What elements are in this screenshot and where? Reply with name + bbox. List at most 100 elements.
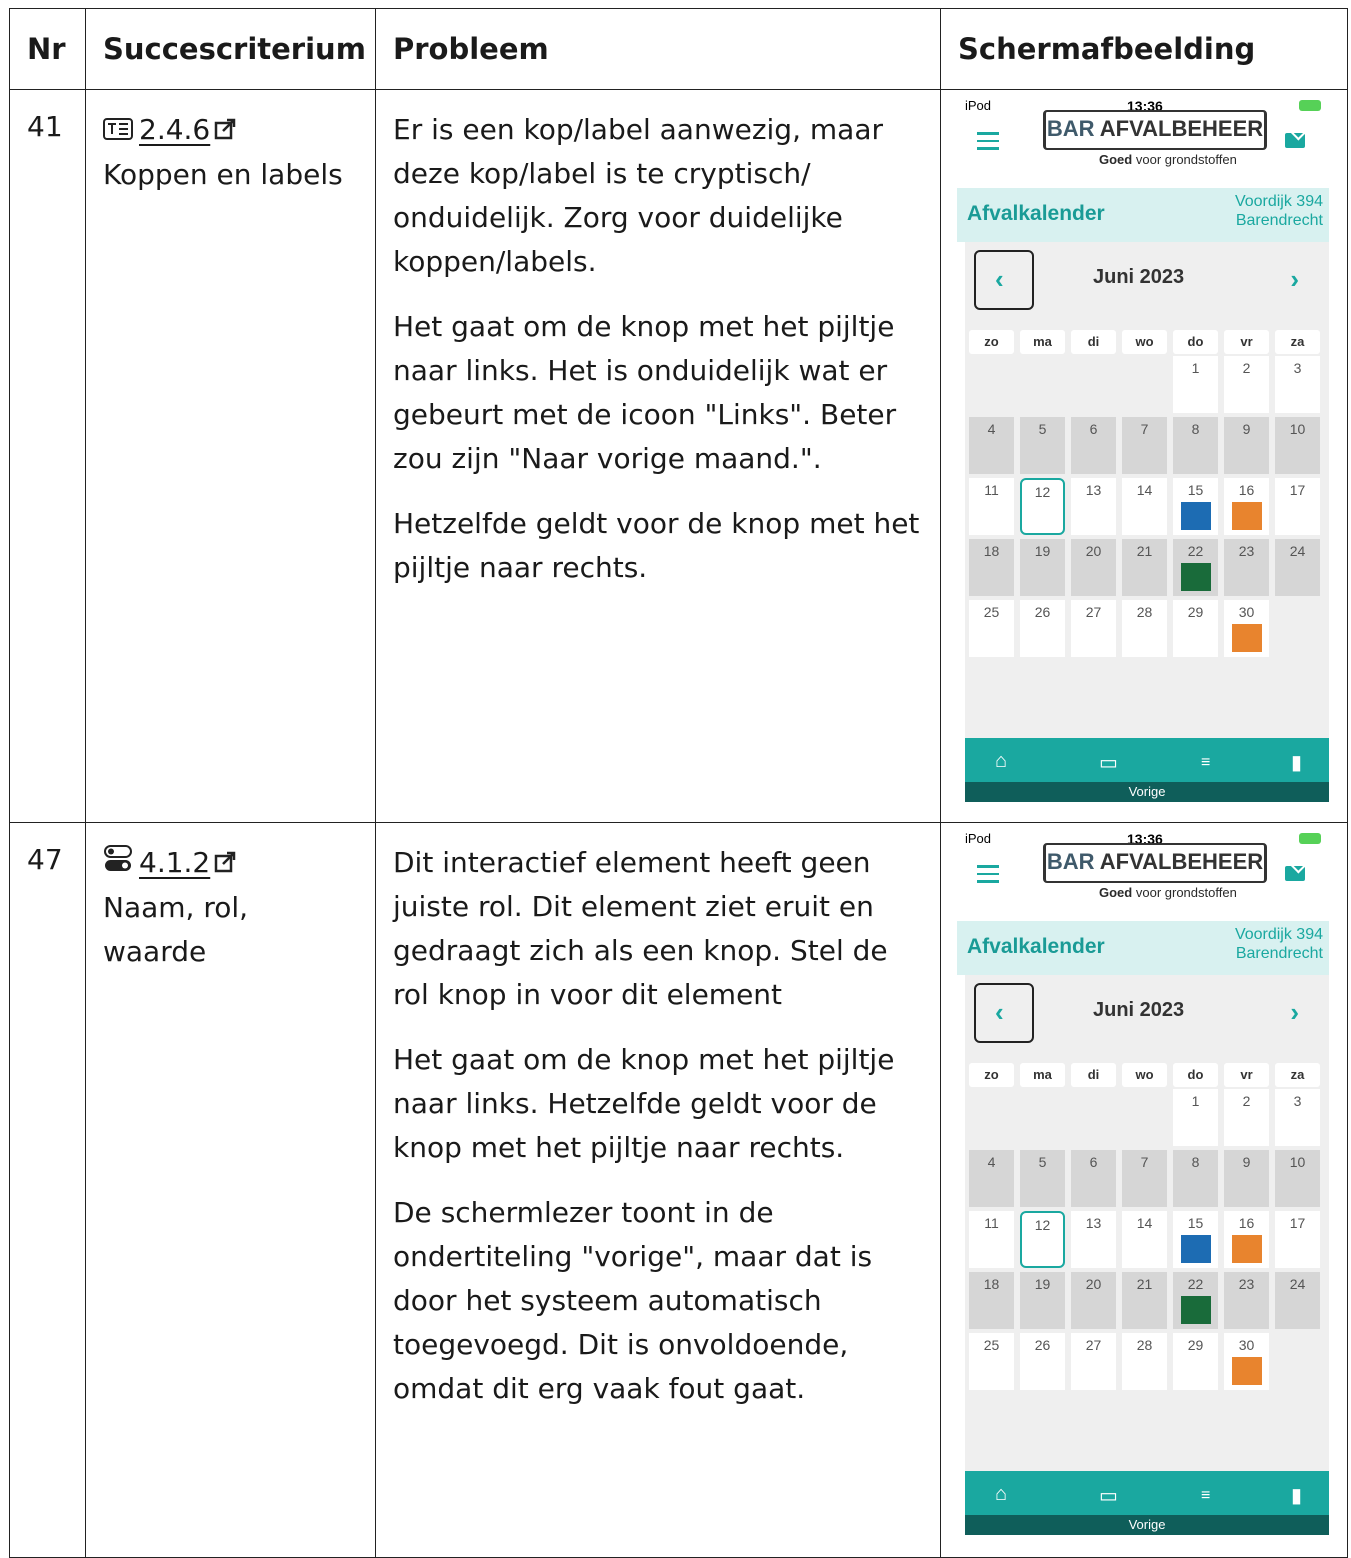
search-list-icon[interactable]: ≡ <box>1201 1487 1210 1505</box>
probleem-paragraph: Hetzelfde geldt voor de knop met het pij… <box>393 507 920 584</box>
calendar-day[interactable]: 20 <box>1071 539 1116 596</box>
calendar-icon[interactable]: ▭ <box>1099 750 1118 775</box>
calendar-day[interactable]: 26 <box>1020 1333 1065 1390</box>
calendar-day[interactable]: 17 <box>1275 478 1320 535</box>
mail-icon[interactable] <box>1285 866 1305 881</box>
day-number: 22 <box>1187 543 1204 559</box>
previous-month-button[interactable] <box>974 983 1034 1043</box>
calendar-day[interactable]: 16 <box>1224 1211 1269 1268</box>
calendar-day[interactable]: 6 <box>1071 417 1116 474</box>
calendar-day[interactable]: 16 <box>1224 478 1269 535</box>
calendar-day[interactable]: 1 <box>1173 356 1218 413</box>
calendar-day[interactable]: 18 <box>969 1272 1014 1329</box>
previous-month-button[interactable] <box>974 250 1034 310</box>
next-month-button[interactable]: › <box>1290 997 1299 1028</box>
calendar-day[interactable]: 12 <box>1020 1211 1065 1268</box>
map-icon[interactable]: ▮ <box>1291 750 1302 775</box>
calendar-day[interactable]: 19 <box>1020 1272 1065 1329</box>
calendar-day[interactable]: 29 <box>1173 600 1218 657</box>
empty-day <box>1020 1089 1065 1146</box>
home-icon[interactable]: ⌂ <box>995 750 1007 773</box>
calendar-header: Afvalkalender Voordijk 394 Barendrecht <box>957 188 1329 242</box>
calendar-day[interactable]: 17 <box>1275 1211 1320 1268</box>
calendar-day[interactable]: 15 <box>1173 1211 1218 1268</box>
calendar-day[interactable]: 27 <box>1071 1333 1116 1390</box>
home-icon[interactable]: ⌂ <box>995 1483 1007 1506</box>
next-month-button[interactable]: › <box>1290 264 1299 295</box>
calendar-day[interactable]: 5 <box>1020 417 1065 474</box>
calendar-day[interactable]: 10 <box>1275 1150 1320 1207</box>
calendar-day[interactable]: 30 <box>1224 600 1269 657</box>
calendar-day[interactable]: 5 <box>1020 1150 1065 1207</box>
calendar-day[interactable]: 7 <box>1122 1150 1167 1207</box>
calendar-day[interactable]: 21 <box>1122 539 1167 596</box>
calendar-day[interactable]: 11 <box>969 1211 1014 1268</box>
day-number: 4 <box>987 421 996 437</box>
calendar-day[interactable]: 13 <box>1071 478 1116 535</box>
calendar-day[interactable]: 30 <box>1224 1333 1269 1390</box>
calendar-day[interactable]: 14 <box>1122 478 1167 535</box>
hamburger-menu-icon[interactable] <box>977 865 999 888</box>
criterium-link[interactable]: 4.1.2 <box>139 846 210 879</box>
calendar-day[interactable]: 28 <box>1122 600 1167 657</box>
criterium-cell: 4.1.2 Naam, rol, waarde <box>85 822 376 1558</box>
calendar-day[interactable]: 27 <box>1071 600 1116 657</box>
calendar-day[interactable]: 4 <box>969 417 1014 474</box>
calendar-day[interactable]: 25 <box>969 600 1014 657</box>
day-number: 15 <box>1187 482 1204 498</box>
screenshot-cell: iPod 13:36 BAR AFVALBEHEER Goed voor gro… <box>940 822 1348 1558</box>
hamburger-menu-icon[interactable] <box>977 132 999 155</box>
probleem-cell: Er is een kop/label aanwezig, maar deze … <box>375 89 941 823</box>
screenreader-subtitle: Vorige <box>965 1515 1329 1535</box>
criterium-link[interactable]: 2.4.6 <box>139 113 210 146</box>
probleem-paragraph: Het gaat om de knop met het pijltje naar… <box>393 1043 895 1164</box>
toggle-icon <box>103 842 133 886</box>
calendar-day[interactable]: 8 <box>1173 1150 1218 1207</box>
waste-collection-icon <box>1181 1296 1211 1324</box>
weekday: vr <box>1224 1063 1269 1087</box>
calendar-day[interactable]: 3 <box>1275 356 1320 413</box>
calendar-day[interactable]: 26 <box>1020 600 1065 657</box>
calendar-day[interactable]: 13 <box>1071 1211 1116 1268</box>
calendar-icon[interactable]: ▭ <box>1099 1483 1118 1508</box>
calendar-day[interactable]: 24 <box>1275 1272 1320 1329</box>
calendar-day[interactable]: 15 <box>1173 478 1218 535</box>
calendar-day[interactable]: 20 <box>1071 1272 1116 1329</box>
calendar-day[interactable]: 3 <box>1275 1089 1320 1146</box>
calendar-day[interactable]: 2 <box>1224 1089 1269 1146</box>
waste-collection-icon <box>1232 1235 1262 1263</box>
calendar-day[interactable]: 2 <box>1224 356 1269 413</box>
calendar-day[interactable]: 7 <box>1122 417 1167 474</box>
calendar-day[interactable]: 9 <box>1224 417 1269 474</box>
calendar-day[interactable]: 12 <box>1020 478 1065 535</box>
calendar-day[interactable]: 8 <box>1173 417 1218 474</box>
calendar-day[interactable]: 11 <box>969 478 1014 535</box>
calendar-day[interactable]: 23 <box>1224 1272 1269 1329</box>
map-icon[interactable]: ▮ <box>1291 1483 1302 1508</box>
mail-icon[interactable] <box>1285 133 1305 148</box>
search-list-icon[interactable]: ≡ <box>1201 754 1210 772</box>
calendar-day[interactable]: 10 <box>1275 417 1320 474</box>
calendar-day[interactable]: 28 <box>1122 1333 1167 1390</box>
calendar-day[interactable]: 23 <box>1224 539 1269 596</box>
calendar-day[interactable]: 19 <box>1020 539 1065 596</box>
waste-collection-icon <box>1181 563 1211 591</box>
calendar-day[interactable]: 18 <box>969 539 1014 596</box>
day-number: 12 <box>1034 484 1051 500</box>
calendar-day[interactable]: 6 <box>1071 1150 1116 1207</box>
empty-day <box>1071 356 1116 413</box>
calendar-day[interactable]: 22 <box>1173 1272 1218 1329</box>
calendar-day[interactable]: 25 <box>969 1333 1014 1390</box>
weekday: di <box>1071 330 1116 354</box>
calendar-day[interactable]: 4 <box>969 1150 1014 1207</box>
calendar-day[interactable]: 14 <box>1122 1211 1167 1268</box>
calendar-day[interactable]: 22 <box>1173 539 1218 596</box>
calendar-day[interactable]: 21 <box>1122 1272 1167 1329</box>
calendar-day[interactable]: 1 <box>1173 1089 1218 1146</box>
calendar: Juni 2023 › zo ma di wo do vr za 1234567… <box>965 242 1329 764</box>
waste-collection-icon <box>1232 1357 1262 1385</box>
calendar-day[interactable]: 29 <box>1173 1333 1218 1390</box>
table-row: 41 2.4.6 Koppen en labels Er is een kop/… <box>9 89 1348 823</box>
calendar-day[interactable]: 9 <box>1224 1150 1269 1207</box>
calendar-day[interactable]: 24 <box>1275 539 1320 596</box>
